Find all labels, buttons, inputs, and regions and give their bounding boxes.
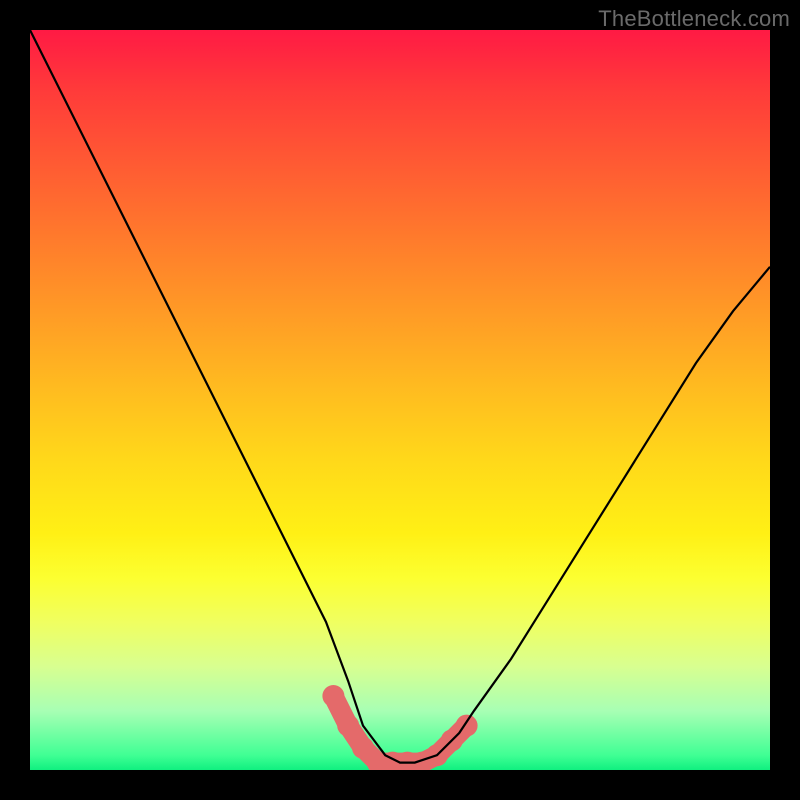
- coral-marker-group: [322, 685, 477, 770]
- coral-marker-dot: [322, 685, 344, 707]
- coral-marker-dot: [337, 715, 359, 737]
- chart-frame: TheBottleneck.com: [0, 0, 800, 800]
- chart-svg: [30, 30, 770, 770]
- bottleneck-curve-path: [30, 30, 770, 763]
- plot-area: [30, 30, 770, 770]
- watermark-text: TheBottleneck.com: [598, 6, 790, 32]
